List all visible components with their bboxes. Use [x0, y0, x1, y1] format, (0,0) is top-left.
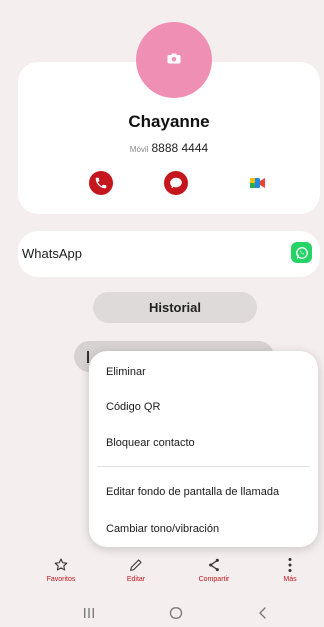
contact-name: Chayanne	[128, 112, 210, 131]
whatsapp-icon[interactable]	[291, 242, 312, 263]
share-icon	[184, 556, 244, 574]
more-button[interactable]: Más	[260, 556, 320, 583]
pencil-icon	[106, 556, 166, 574]
phone-label: Móvil	[129, 145, 149, 154]
linked-app-label: WhatsApp	[22, 246, 82, 261]
menu-item-block-contact[interactable]: Bloquear contacto	[106, 437, 195, 449]
phone-line[interactable]: Móvil 8888 4444	[18, 141, 320, 155]
recents-icon[interactable]	[82, 606, 96, 624]
avatar[interactable]	[136, 22, 212, 98]
share-label: Compartir	[198, 576, 230, 583]
context-menu: Eliminar Código QR Bloquear contacto Edi…	[89, 351, 318, 547]
chat-bubble-icon[interactable]	[164, 171, 188, 195]
menu-item-delete[interactable]: Eliminar	[106, 366, 146, 378]
favorites-label: Favoritos	[46, 576, 76, 583]
video-call-icon[interactable]	[246, 171, 270, 195]
favorites-button[interactable]: Favoritos	[31, 556, 91, 583]
phone-icon[interactable]	[89, 171, 113, 195]
more-vertical-icon	[260, 556, 320, 574]
star-icon	[31, 556, 91, 574]
menu-item-change-ringtone[interactable]: Cambiar tono/vibración	[106, 523, 219, 535]
edit-button[interactable]: Editar	[106, 556, 166, 583]
home-icon[interactable]	[169, 606, 183, 624]
system-navigation-bar	[0, 600, 324, 627]
edit-label: Editar	[126, 576, 146, 583]
menu-item-edit-call-background[interactable]: Editar fondo de pantalla de llamada	[106, 486, 279, 498]
phone-number: 8888 4444	[151, 141, 209, 155]
history-button[interactable]: Historial	[93, 292, 257, 323]
menu-divider	[97, 466, 310, 467]
share-button[interactable]: Compartir	[184, 556, 244, 583]
more-label: Más	[283, 576, 297, 583]
button-text-fragment	[87, 351, 89, 363]
menu-item-qr-code[interactable]: Código QR	[106, 401, 160, 413]
back-icon[interactable]	[258, 606, 268, 624]
camera-icon	[167, 51, 181, 69]
